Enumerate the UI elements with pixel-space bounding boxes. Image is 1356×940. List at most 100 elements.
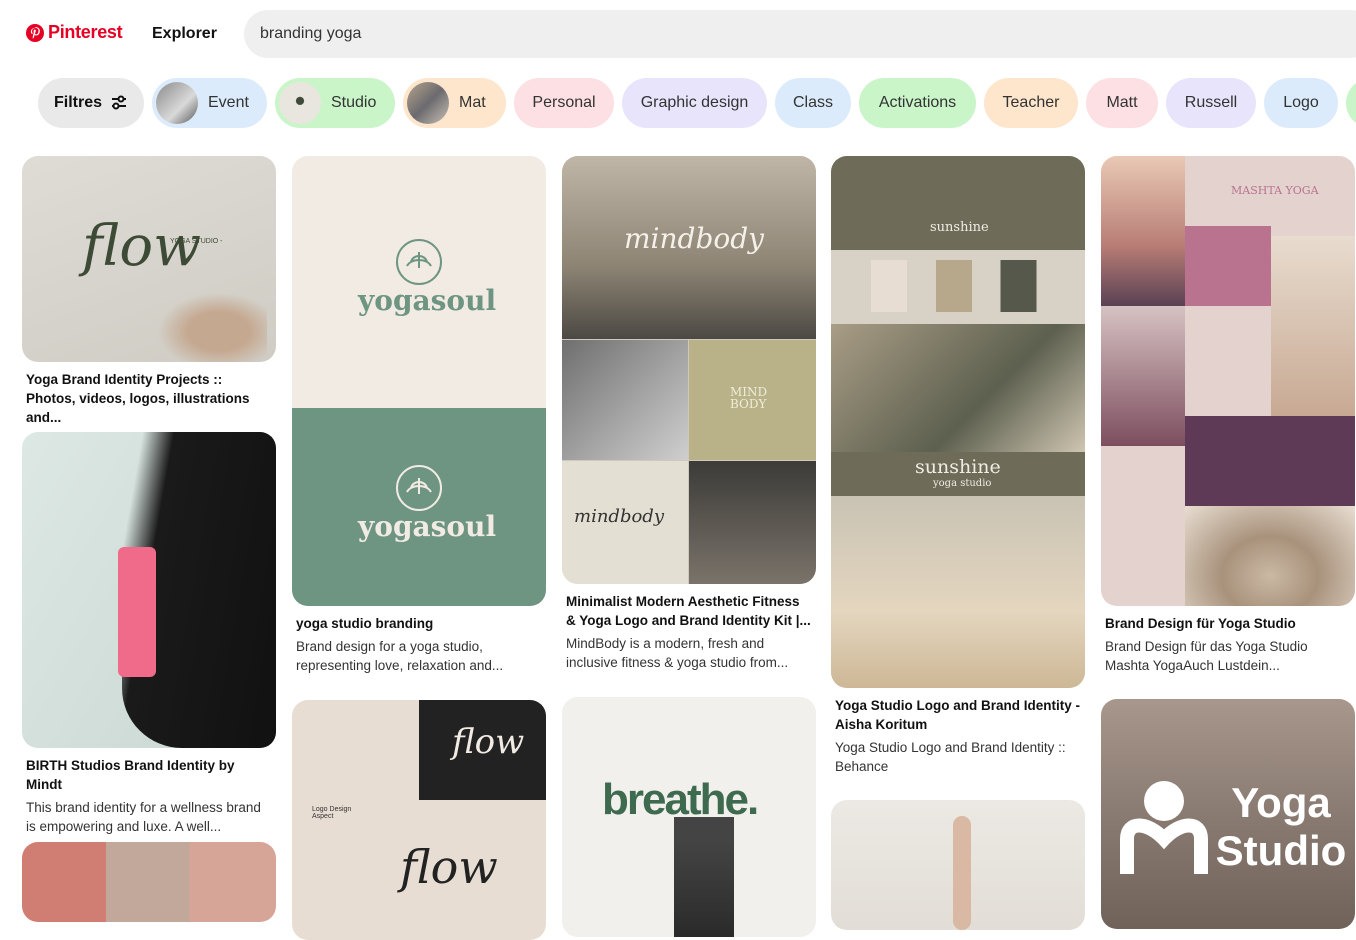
chip-label: Studio [331, 94, 377, 111]
pin-image[interactable]: flow YOGA STUDIO - [22, 156, 276, 362]
filter-chips-row: Filtres Event Studio Mat Personal Graphi… [38, 78, 1356, 128]
pin-title[interactable]: yoga studio branding [292, 614, 546, 633]
pin-title[interactable]: Yoga Studio Logo and Brand Identity - Ai… [831, 696, 1085, 734]
pin-image-text: sunshine [930, 220, 989, 235]
chip-personal[interactable]: Personal [514, 78, 614, 128]
filters-button[interactable]: Filtres [38, 78, 144, 128]
chip-label: Activations [878, 94, 957, 111]
person-figure [674, 817, 734, 937]
pin-card[interactable]: yogasoul yogasoul yoga studio branding B… [292, 156, 546, 675]
chip-studio[interactable]: Studio [275, 78, 395, 128]
pin-image[interactable] [831, 800, 1085, 930]
lotus-icon [396, 465, 442, 511]
brand-ribbon [118, 547, 156, 677]
chip-mat[interactable]: Mat [403, 78, 506, 128]
chip-event[interactable]: Event [152, 78, 267, 128]
chip-class[interactable]: Class [775, 78, 851, 128]
lotus-icon [396, 239, 442, 285]
pin-image-text: Yoga Studio [1215, 779, 1347, 874]
pin-title[interactable]: Brand Design für Yoga Studio [1101, 614, 1355, 633]
pin-image-bottom-right [689, 461, 816, 584]
pin-image[interactable]: breathe. [562, 697, 816, 937]
pin-image-subtext: YOGA STUDIO - [170, 238, 223, 245]
color-swatches [871, 260, 1051, 312]
pin-image-bw-photo [562, 340, 688, 460]
nav-explorer-link[interactable]: Explorer [152, 25, 217, 43]
pin-description: Brand Design für das Yoga Studio Mashta … [1105, 639, 1308, 673]
chip-label: Teacher [1002, 94, 1060, 111]
filters-label: Filtres [53, 94, 102, 111]
chip-label: Mat [459, 94, 486, 111]
chip-graphic-design[interactable]: Graphic design [622, 78, 767, 128]
pin-image-text: mindbody [624, 222, 764, 255]
chip-activations[interactable]: Activations [859, 78, 976, 128]
pin-card[interactable]: Yoga Studio [1101, 699, 1355, 929]
pin-card[interactable]: flow YOGA STUDIO - Yoga Brand Identity P… [22, 156, 276, 427]
pinterest-logo-icon [26, 23, 44, 42]
pin-image[interactable]: Yoga Studio [1101, 699, 1355, 929]
pin-title[interactable]: Yoga Brand Identity Projects :: Photos, … [22, 370, 276, 427]
pin-image-text: sunshine [915, 456, 1001, 478]
chip-label: Russell [1184, 94, 1238, 111]
yoga-person-icon [1120, 781, 1208, 874]
pin-card[interactable]: sunshine sunshine yoga studio Yoga Studi… [831, 156, 1085, 776]
chip-label: Matt [1106, 94, 1138, 111]
logo-text: Pinterest [48, 22, 123, 42]
pin-image-subtext: yoga studio [933, 478, 992, 489]
chip-label: Event [208, 94, 249, 111]
pin-card[interactable]: flow Logo Design Aspect flow [292, 700, 546, 940]
pin-image-right-photo [1271, 236, 1355, 416]
pin-description: This brand identity for a wellness brand… [26, 800, 261, 834]
search-input[interactable]: branding yoga [260, 25, 361, 43]
chip-thumbnail [279, 82, 321, 124]
pin-image-text: yogasoul [358, 284, 497, 317]
pin-image-text: flow [452, 722, 525, 762]
pinterest-logo[interactable]: Pinterest [26, 22, 123, 43]
pin-image[interactable] [22, 432, 276, 748]
pin-card[interactable]: mindbody MIND BODY mindbody Minimalist M… [562, 156, 816, 672]
chip-russell[interactable]: Russell [1166, 78, 1256, 128]
pin-image-sand-photo [1185, 506, 1355, 606]
search-bar[interactable]: branding yoga [244, 10, 1356, 58]
pin-image[interactable]: yogasoul yogasoul [292, 156, 546, 606]
pin-card[interactable] [22, 842, 276, 922]
pin-description: Yoga Studio Logo and Brand Identity :: B… [835, 740, 1066, 774]
chip-logo[interactable]: Logo [1264, 78, 1338, 128]
pin-image-subtext: MIND BODY [730, 385, 768, 411]
pin-image[interactable]: flow Logo Design Aspect flow [292, 700, 546, 940]
pin-card[interactable]: breathe. [562, 697, 816, 937]
pin-image-type-panel [1185, 226, 1271, 306]
pin-image-bottom-photo [831, 496, 1085, 688]
pin-image[interactable]: MASHTA YOGA [1101, 156, 1355, 606]
chip-partial[interactable] [1346, 78, 1356, 128]
chip-label: Logo [1283, 94, 1319, 111]
pin-image-text: mindbody [574, 506, 664, 527]
sliders-icon [112, 95, 126, 110]
pin-card[interactable]: MASHTA YOGA Brand Design für Yoga Studio… [1101, 156, 1355, 675]
chip-thumbnail [407, 82, 449, 124]
chip-label: Graphic design [640, 94, 749, 111]
leg-figure [953, 816, 971, 930]
pin-image-sunset-photo [1101, 156, 1185, 306]
pin-card[interactable] [831, 800, 1085, 930]
chip-label: Class [792, 94, 833, 111]
chip-matt[interactable]: Matt [1086, 78, 1158, 128]
pin-card[interactable]: BIRTH Studios Brand Identity by Mindt Th… [22, 432, 276, 836]
pin-image[interactable]: sunshine sunshine yoga studio [831, 156, 1085, 688]
pin-image-mat-photo [1101, 306, 1185, 446]
pin-image-subtext: Logo Design Aspect [312, 806, 352, 820]
pin-image-top-panel [831, 156, 1085, 250]
pin-image[interactable] [22, 842, 276, 922]
pin-description: Brand design for a yoga studio, represen… [296, 639, 504, 673]
pin-title[interactable]: Minimalist Modern Aesthetic Fitness & Yo… [562, 592, 816, 630]
pin-image-text: flow [82, 214, 201, 279]
pin-image-text: flow [400, 840, 498, 894]
pin-image-mandala-panel [1185, 416, 1355, 506]
pin-image[interactable]: mindbody MIND BODY mindbody [562, 156, 816, 584]
chip-teacher[interactable]: Teacher [984, 78, 1078, 128]
yoga-figure [147, 286, 267, 362]
pin-title[interactable]: BIRTH Studios Brand Identity by Mindt [22, 756, 276, 794]
pin-image-text: MASHTA YOGA [1231, 184, 1319, 197]
pin-description: MindBody is a modern, fresh and inclusiv… [566, 636, 789, 670]
chip-label: Personal [532, 94, 596, 111]
